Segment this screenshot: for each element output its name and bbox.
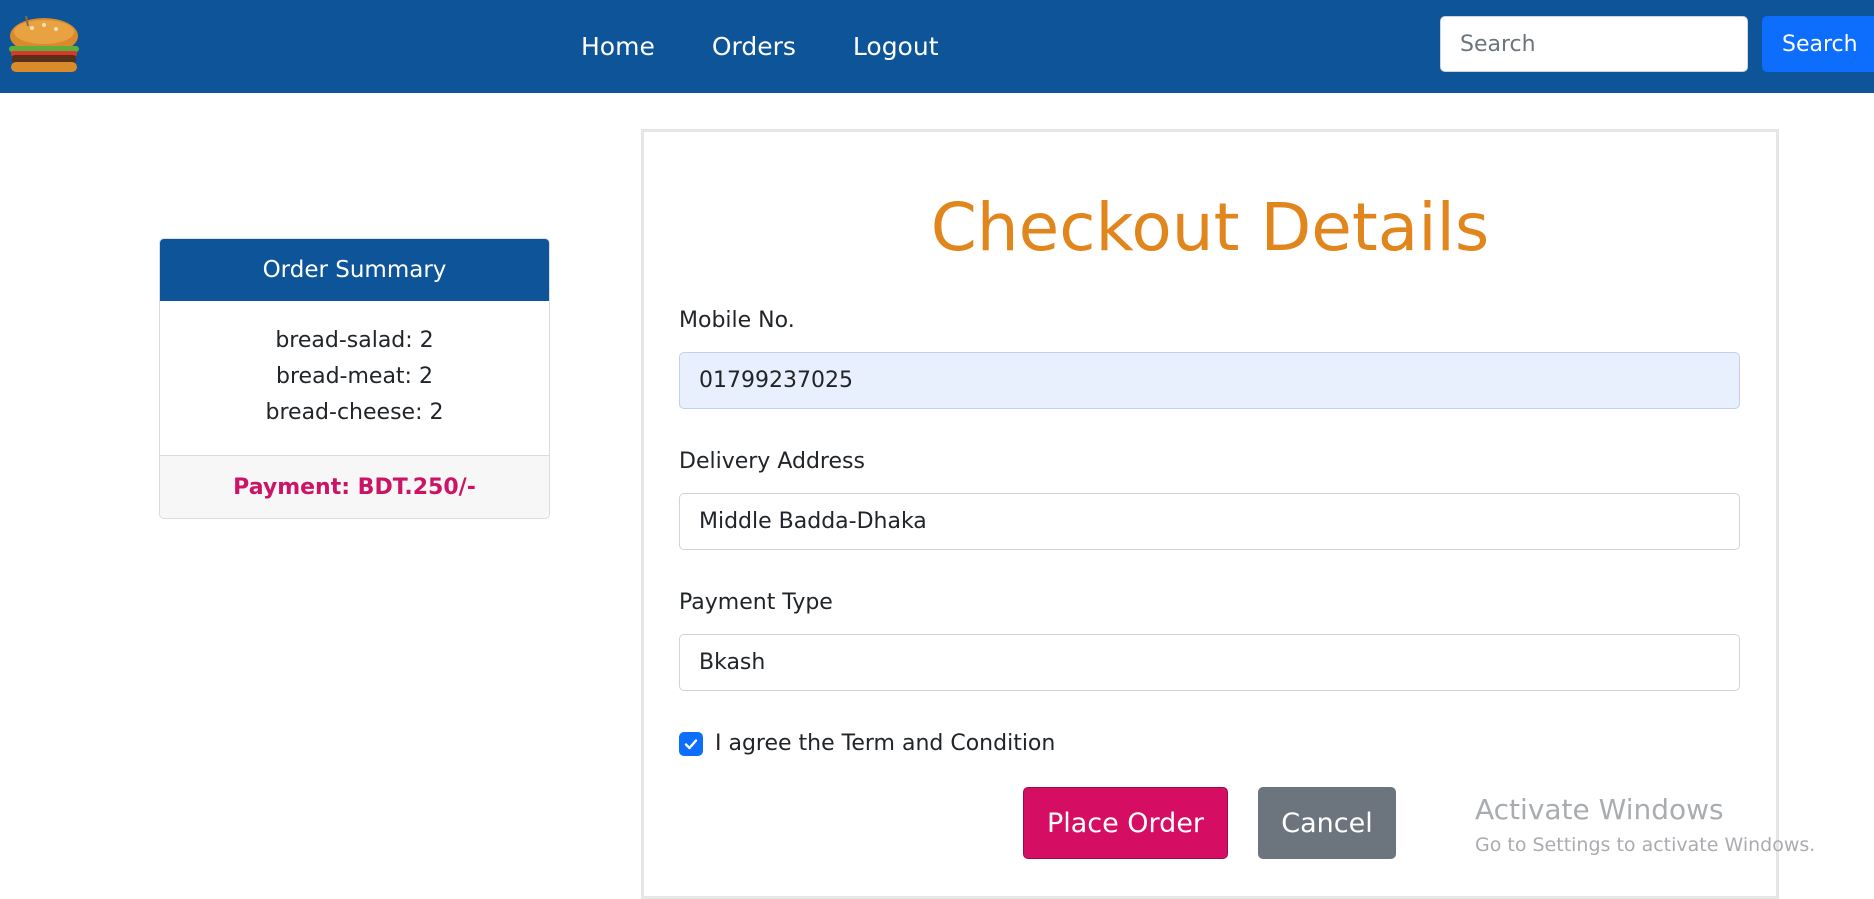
order-summary-items: bread-salad: 2 bread-meat: 2 bread-chees… (160, 301, 549, 456)
address-field[interactable] (679, 493, 1740, 550)
nav-link-home[interactable]: Home (581, 32, 655, 61)
mobile-field[interactable] (679, 352, 1740, 409)
nav-links: Home Orders Logout (581, 0, 996, 93)
nav-link-logout[interactable]: Logout (853, 32, 939, 61)
cancel-button[interactable]: Cancel (1258, 787, 1396, 859)
activate-windows-title: Activate Windows (1475, 793, 1724, 826)
place-order-button[interactable]: Place Order (1023, 787, 1228, 859)
search-input[interactable] (1440, 16, 1748, 72)
order-summary-card: Order Summary bread-salad: 2 bread-meat:… (159, 238, 550, 519)
order-item: bread-salad: 2 (275, 328, 434, 353)
payment-type-label: Payment Type (679, 590, 833, 615)
agree-checkbox[interactable] (679, 731, 703, 756)
search-button[interactable]: Search (1762, 16, 1874, 72)
order-item: bread-meat: 2 (276, 364, 433, 389)
order-summary-title: Order Summary (160, 239, 549, 301)
navbar: Home Orders Logout Search (0, 0, 1874, 93)
order-item: bread-cheese: 2 (265, 400, 444, 425)
mobile-label: Mobile No. (679, 308, 795, 333)
address-label: Delivery Address (679, 449, 865, 474)
payment-type-field[interactable] (679, 634, 1740, 691)
agree-row: I agree the Term and Condition (679, 731, 1055, 756)
activate-windows-subtitle: Go to Settings to activate Windows. (1475, 834, 1816, 856)
payment-total: Payment: BDT.250/- (160, 456, 549, 518)
burger-icon[interactable] (6, 12, 82, 78)
agree-label: I agree the Term and Condition (715, 731, 1056, 756)
check-icon (684, 738, 698, 749)
checkout-title: Checkout Details (930, 189, 1490, 266)
nav-link-orders[interactable]: Orders (712, 32, 796, 61)
